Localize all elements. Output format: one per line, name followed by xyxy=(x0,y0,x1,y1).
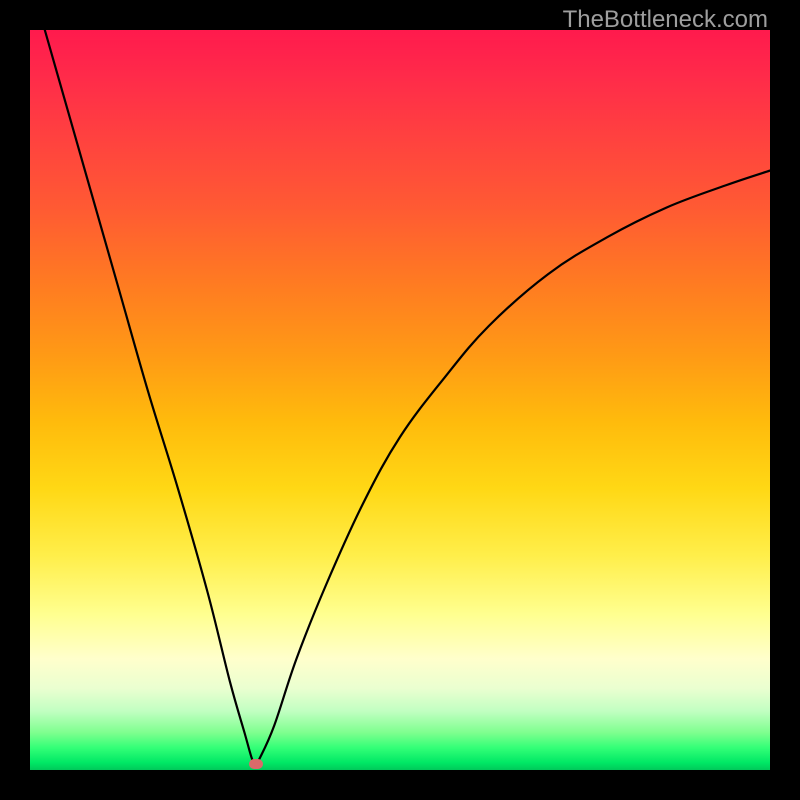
watermark-text: TheBottleneck.com xyxy=(563,6,768,34)
chart-frame: TheBottleneck.com xyxy=(0,0,800,800)
bottleneck-curve xyxy=(30,30,770,770)
plot-area xyxy=(30,30,770,770)
optimal-point-marker xyxy=(249,759,263,769)
